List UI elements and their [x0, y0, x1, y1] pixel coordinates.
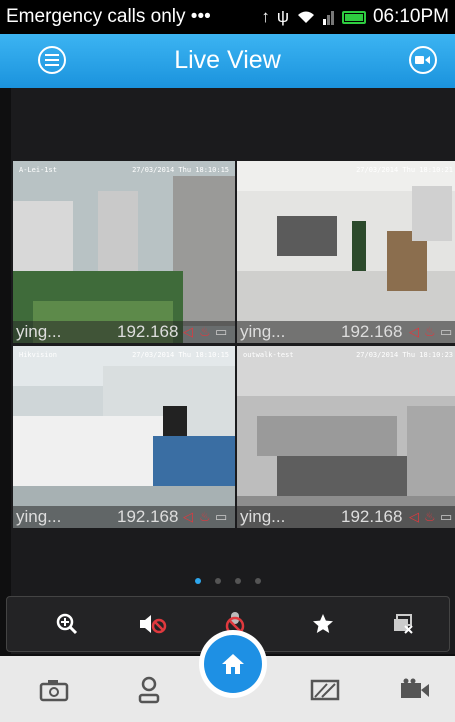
page-indicator	[195, 578, 261, 584]
sound-muted-icon	[140, 615, 167, 634]
record-icon: ▭	[440, 324, 453, 339]
camera-timestamp: 27/03/2014 Thu 18:10:15	[132, 166, 229, 174]
usb-icon: ψ	[276, 7, 289, 26]
status-bar: Emergency calls only ••• ↑ ψ 06:10PM	[0, 0, 455, 34]
page-title: Live View	[174, 46, 281, 74]
record-icon: ▭	[215, 324, 228, 339]
camera-feed-image	[13, 161, 235, 343]
camera-feed-image	[237, 161, 455, 343]
app-header: Live View	[0, 34, 455, 88]
carrier-text: Emergency calls only •••	[6, 6, 211, 27]
clock-text: 06:10PM	[372, 6, 449, 27]
playback-button[interactable]	[409, 46, 437, 74]
home-button[interactable]	[199, 630, 267, 698]
camera-timestamp: 27/03/2014 Thu 18:10:23	[356, 351, 453, 359]
page-dot[interactable]	[255, 578, 261, 584]
camera-ip: 192.168	[341, 507, 403, 526]
nav-capture-button[interactable]	[34, 670, 74, 710]
camera-ip: 192.168	[117, 322, 179, 341]
camera-view-4[interactable]: outwalk-test 27/03/2014 Thu 18:10:23 yin…	[237, 346, 455, 528]
camera-feed-image	[13, 346, 235, 528]
live-view-area: A-Lei-1st 27/03/2014 Thu 18:10:15 ying..…	[11, 88, 455, 654]
camera-view-2[interactable]: 27/03/2014 Thu 18:10:21 ying... 192.168 …	[237, 161, 455, 343]
record-icon: ▭	[440, 509, 453, 524]
close-all-button[interactable]	[385, 608, 421, 640]
camera-ip: 192.168	[341, 322, 403, 341]
zoom-in-icon	[56, 613, 78, 635]
camera-overlay-name: outwalk-test	[243, 351, 294, 359]
camera-overlay-name: A-Lei-1st	[19, 166, 57, 174]
camera-info-bar: ying... 192.168 ◁ ♨ ▭	[13, 506, 235, 528]
playback-icon	[415, 56, 430, 64]
camera-overlay-name: Hikvision	[19, 351, 57, 359]
nav-picture-button[interactable]	[305, 670, 345, 710]
star-icon	[313, 614, 333, 633]
sound-toggle-button[interactable]	[135, 608, 171, 640]
wifi-icon	[297, 11, 314, 23]
camera-timestamp: 27/03/2014 Thu 18:10:21	[356, 166, 453, 174]
person-icon	[138, 676, 160, 704]
camera-feed-image	[237, 346, 455, 528]
camera-name: ying...	[240, 322, 286, 341]
mic-off-icon: ♨	[424, 509, 436, 524]
speaker-off-icon: ◁	[409, 509, 419, 524]
speaker-off-icon: ◁	[409, 324, 419, 339]
camera-name: ying...	[240, 507, 286, 526]
video-camera-icon	[401, 678, 429, 698]
battery-icon	[341, 10, 366, 24]
mic-off-icon: ♨	[424, 324, 436, 339]
close-all-icon	[394, 614, 413, 634]
camera-ip: 192.168	[117, 507, 179, 526]
camera-info-bar: ying... 192.168 ◁ ♨ ▭	[13, 321, 235, 343]
zoom-in-button[interactable]	[49, 608, 85, 640]
mic-off-icon: ♨	[199, 324, 211, 339]
camera-info-bar: ying... 192.168 ◁ ♨ ▭	[237, 506, 455, 528]
camera-timestamp: 27/03/2014 Thu 18:10:15	[132, 351, 229, 359]
camera-view-3[interactable]: Hikvision 27/03/2014 Thu 18:10:15 ying..…	[13, 346, 235, 528]
page-dot[interactable]	[195, 578, 201, 584]
mic-off-icon: ♨	[199, 509, 211, 524]
camera-name: ying...	[16, 322, 62, 341]
favorite-button[interactable]	[305, 608, 341, 640]
home-icon	[222, 654, 244, 674]
camera-info-bar: ying... 192.168 ◁ ♨ ▭	[237, 321, 455, 343]
speaker-off-icon: ◁	[183, 509, 193, 524]
record-icon: ▭	[215, 509, 228, 524]
nav-person-button[interactable]	[129, 670, 169, 710]
signal-icon	[322, 11, 334, 25]
home-button-inner	[204, 635, 262, 693]
camera-view-1[interactable]: A-Lei-1st 27/03/2014 Thu 18:10:15 ying..…	[13, 161, 235, 343]
upload-arrow-icon: ↑	[261, 7, 270, 26]
camera-name: ying...	[16, 507, 62, 526]
page-dot[interactable]	[215, 578, 221, 584]
nav-video-button[interactable]	[395, 670, 435, 710]
speaker-off-icon: ◁	[183, 324, 193, 339]
capture-icon	[39, 680, 69, 702]
picture-icon	[310, 679, 340, 701]
page-dot[interactable]	[235, 578, 241, 584]
